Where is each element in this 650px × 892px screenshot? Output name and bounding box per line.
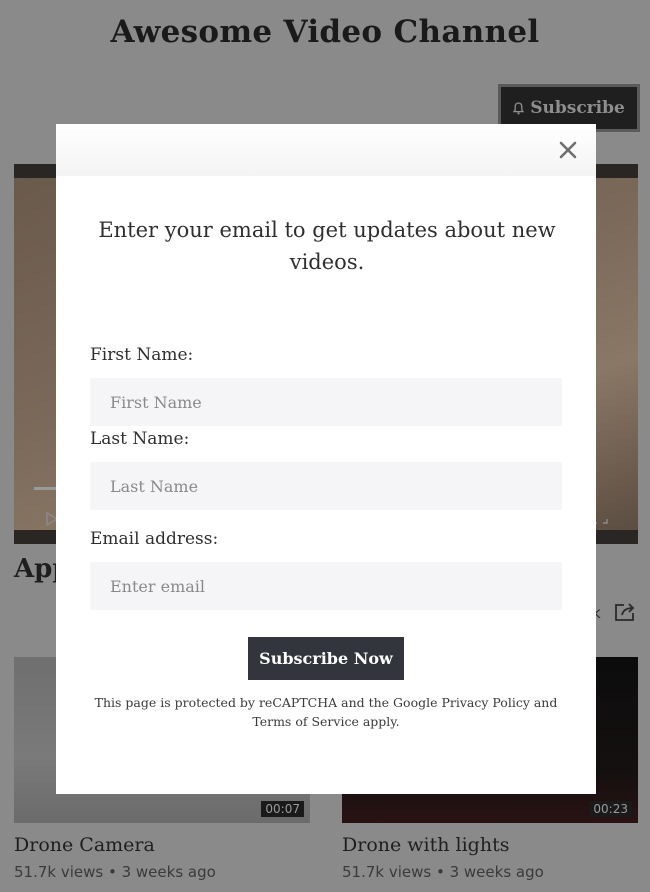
email-label: Email address: <box>90 529 219 549</box>
first-name-label: First Name: <box>90 345 194 365</box>
video-meta: 51.7k views • 3 weeks ago <box>342 863 544 881</box>
modal-heading: Enter your email to get updates about ne… <box>98 218 556 274</box>
recaptcha-notice: This page is protected by reCAPTCHA and … <box>94 695 558 729</box>
share-icon[interactable] <box>614 602 636 622</box>
video-title[interactable]: Drone with lights <box>342 834 509 856</box>
video-duration: 00:07 <box>261 801 304 817</box>
subscribe-label: Subscribe <box>530 98 625 118</box>
video-meta: 51.7k views • 3 weeks ago <box>14 863 216 881</box>
subscribe-now-button[interactable]: Subscribe Now <box>248 637 404 680</box>
video-title[interactable]: Drone Camera <box>14 834 155 856</box>
subscribe-modal: Enter your email to get updates about ne… <box>56 124 596 794</box>
last-name-input[interactable] <box>90 462 562 510</box>
modal-header <box>56 124 596 176</box>
channel-title: Awesome Video Channel <box>110 14 540 50</box>
bell-icon <box>513 101 525 114</box>
email-input[interactable] <box>90 562 562 610</box>
last-name-label: Last Name: <box>90 429 190 449</box>
first-name-input[interactable] <box>90 378 562 426</box>
video-progress-bar[interactable] <box>34 487 56 490</box>
video-duration: 00:23 <box>589 801 632 817</box>
close-icon <box>559 141 577 159</box>
close-button[interactable] <box>556 138 580 162</box>
